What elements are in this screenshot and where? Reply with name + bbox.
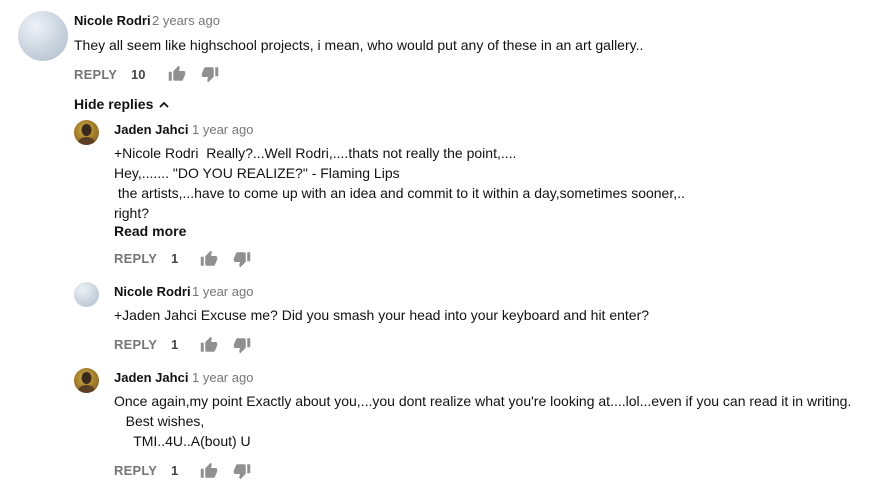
reply-text-line: +Nicole Rodri Really?...Well Rodri,....t…	[114, 145, 517, 161]
thumbs-up-icon[interactable]	[200, 336, 218, 354]
reply-button[interactable]: REPLY	[114, 251, 157, 266]
reply-author[interactable]: Jaden Jahci	[114, 122, 188, 137]
reply-author[interactable]: Jaden Jahci	[114, 370, 188, 385]
thumbs-down-icon[interactable]	[233, 336, 251, 354]
thumbs-up-icon[interactable]	[168, 65, 186, 83]
thumbs-down-icon[interactable]	[233, 250, 251, 268]
chevron-up-icon	[158, 98, 170, 110]
thumbs-down-icon[interactable]	[233, 462, 251, 480]
reply-text-line: Once again,my point Exactly about you,..…	[114, 393, 852, 409]
avatar[interactable]	[74, 368, 99, 393]
avatar[interactable]	[18, 11, 68, 61]
hide-replies-toggle[interactable]: Hide replies	[74, 96, 170, 112]
reply-button[interactable]: REPLY	[114, 463, 157, 478]
reply-text-line: TMI..4U..A(bout) U	[114, 433, 251, 449]
comment-author[interactable]: Nicole Rodri	[74, 13, 151, 28]
reply-time[interactable]: 1 year ago	[192, 284, 253, 299]
like-count: 1	[171, 337, 179, 352]
like-count: 10	[131, 67, 146, 82]
hide-replies-label: Hide replies	[74, 96, 154, 112]
reply-time[interactable]: 1 year ago	[192, 370, 253, 385]
reply-text-line: Hey,....... "DO YOU REALIZE?" - Flaming …	[114, 165, 400, 181]
reply-button[interactable]: REPLY	[74, 67, 117, 82]
comment-time[interactable]: 2 years ago	[152, 13, 220, 28]
reply-button[interactable]: REPLY	[114, 337, 157, 352]
reply-time[interactable]: 1 year ago	[192, 122, 253, 137]
like-count: 1	[171, 463, 179, 478]
reply-text-line: right?	[114, 205, 150, 221]
thumbs-up-icon[interactable]	[200, 462, 218, 480]
reply-text-line: the artists,...have to come up with an i…	[114, 185, 685, 201]
avatar[interactable]	[74, 282, 99, 307]
thumbs-up-icon[interactable]	[200, 250, 218, 268]
reply-author[interactable]: Nicole Rodri	[114, 284, 191, 299]
reply-text-line: +Jaden Jahci Excuse me? Did you smash yo…	[114, 307, 650, 323]
reply-text-line: Best wishes,	[114, 413, 205, 429]
thumbs-down-icon[interactable]	[201, 65, 219, 83]
comment-text: They all seem like highschool projects, …	[74, 37, 644, 53]
avatar[interactable]	[74, 120, 99, 145]
like-count: 1	[171, 251, 179, 266]
read-more-link[interactable]: Read more	[114, 223, 186, 239]
